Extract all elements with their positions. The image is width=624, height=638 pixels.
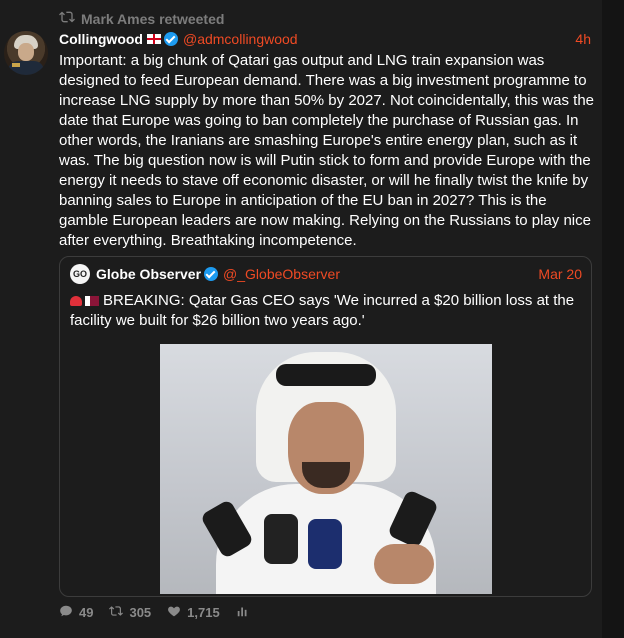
quoted-tweet-timestamp[interactable]: Mar 20 — [538, 266, 582, 282]
quoted-tweet[interactable]: GO Globe Observer @_GlobeObserver Mar 20… — [59, 256, 592, 597]
quoted-tweet-body: BREAKING: Qatar Gas CEO says 'We incurre… — [70, 291, 582, 331]
siren-icon — [70, 296, 82, 306]
england-flag-icon — [146, 34, 161, 44]
tweet: Mark Ames retweeted Collingwood @admcoll… — [0, 0, 602, 638]
microphone-icon — [264, 514, 298, 564]
retweet-icon — [109, 604, 124, 621]
quoted-author-handle[interactable]: @_GlobeObserver — [223, 266, 340, 282]
reply-count: 49 — [79, 604, 94, 620]
verified-badge-icon — [204, 267, 219, 281]
author-name[interactable]: Collingwood — [59, 31, 143, 47]
right-scrollbar[interactable] — [602, 0, 624, 638]
reply-icon — [59, 604, 73, 621]
author-avatar[interactable] — [4, 31, 48, 75]
microphone-icon — [308, 519, 342, 569]
like-button[interactable]: 1,715 — [167, 604, 220, 621]
analytics-button[interactable] — [236, 604, 250, 621]
qatar-flag-icon — [85, 296, 99, 306]
tweet-header: Collingwood @admcollingwood 4h — [59, 30, 591, 48]
verified-badge-icon — [163, 32, 178, 46]
quoted-tweet-text: BREAKING: Qatar Gas CEO says 'We incurre… — [70, 292, 575, 329]
tweet-body: Important: a big chunk of Qatari gas out… — [59, 52, 595, 249]
analytics-icon — [236, 604, 250, 621]
author-handle[interactable]: @admcollingwood — [183, 31, 298, 47]
retweet-button[interactable]: 305 — [109, 604, 151, 621]
like-count: 1,715 — [187, 604, 220, 620]
retweet-indicator: Mark Ames retweeted — [59, 9, 224, 28]
quoted-author-avatar[interactable]: GO — [70, 264, 90, 284]
reply-button[interactable]: 49 — [59, 604, 93, 621]
quoted-tweet-photo[interactable] — [160, 344, 492, 594]
retweet-count: 305 — [129, 604, 152, 620]
tweet-actions: 49 305 1,715 — [59, 603, 266, 621]
quoted-tweet-header: GO Globe Observer @_GlobeObserver Mar 20 — [70, 264, 582, 284]
heart-icon — [167, 604, 181, 621]
quoted-author-name[interactable]: Globe Observer — [96, 266, 201, 282]
retweet-text: Mark Ames retweeted — [81, 10, 225, 27]
retweet-icon — [59, 9, 75, 28]
tweet-timestamp[interactable]: 4h — [575, 31, 591, 47]
